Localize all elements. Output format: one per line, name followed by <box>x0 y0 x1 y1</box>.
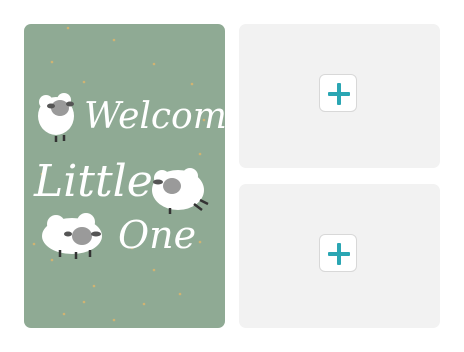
sheep-illustration <box>152 168 209 214</box>
empty-photo-slot[interactable] <box>239 24 440 168</box>
add-photo-button[interactable] <box>319 234 357 272</box>
card-line-welcome: Welcome <box>84 96 225 137</box>
sheep-illustration <box>38 93 74 142</box>
empty-photo-slot[interactable] <box>239 184 440 328</box>
plus-icon <box>328 243 350 265</box>
add-photo-button[interactable] <box>319 74 357 112</box>
card-artwork: Welcome Little One <box>32 26 225 322</box>
plus-icon <box>328 83 350 105</box>
sheep-illustration <box>42 213 102 259</box>
card-line-little: Little <box>33 156 153 207</box>
greeting-card-thumbnail[interactable]: Welcome Little One <box>24 24 225 328</box>
card-line-one: One <box>118 213 196 257</box>
